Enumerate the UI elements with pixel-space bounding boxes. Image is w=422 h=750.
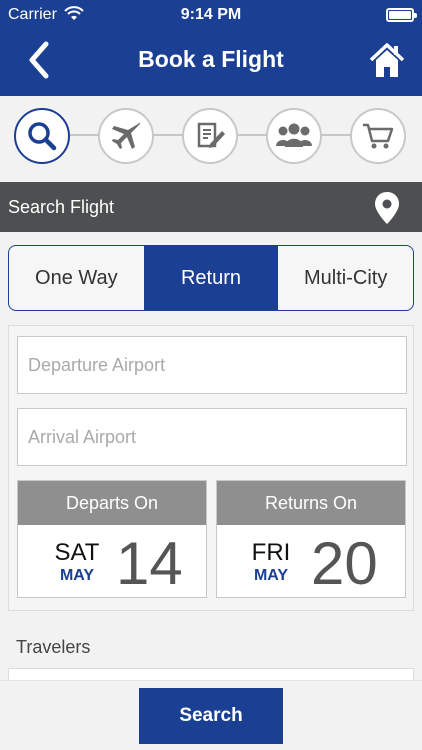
group-icon [276,123,312,147]
status-time: 9:14 PM [180,6,242,23]
step-connector [70,134,100,136]
returns-on-picker[interactable]: Returns On FRI MAY 20 [216,480,406,598]
bottom-action-bar: Search [0,680,422,750]
battery-icon [386,8,417,22]
step-connector [238,134,268,136]
returns-date: 20 [311,530,378,597]
departs-month: MAY [59,567,95,584]
departs-on-label: Departs On [18,481,206,525]
location-pin-icon[interactable] [374,191,400,230]
departs-weekday: SAT [54,539,100,566]
travelers-label: Travelers [16,637,91,657]
returns-on-label: Returns On [217,481,405,525]
step-details[interactable] [182,108,238,164]
section-title: Search Flight [8,197,115,217]
departs-date: 14 [116,530,183,597]
step-connector [154,134,184,136]
cart-icon [363,123,394,149]
returns-weekday: FRI [251,539,291,566]
trip-type-selector: One Way Return Multi-City [8,245,414,311]
search-icon [28,122,57,151]
departure-airport-field[interactable]: Departure Airport [17,336,407,394]
app-header: Carrier 9:14 PM Book a Flight [0,0,422,96]
departs-on-picker[interactable]: Departs On SAT MAY 14 [17,480,207,598]
step-travelers[interactable] [266,108,322,164]
page-title: Book a Flight [138,46,284,72]
booking-steps [0,96,422,182]
status-bar: Carrier 9:14 PM [0,0,422,30]
search-flight-header: Search Flight [0,182,422,232]
trip-type-multi-city[interactable]: Multi-City [278,246,413,310]
step-connector [322,134,352,136]
document-edit-icon [197,122,225,148]
step-search[interactable] [14,108,70,164]
home-button[interactable] [368,40,406,80]
search-form: Departure Airport Arrival Airport Depart… [8,325,414,611]
home-icon [369,43,405,77]
airplane-icon [112,122,141,149]
search-button[interactable]: Search [139,688,283,744]
step-cart[interactable] [350,108,406,164]
book-flight-screen: Carrier 9:14 PM Book a Flight Search Fli… [0,0,422,750]
arrival-airport-field[interactable]: Arrival Airport [17,408,407,466]
trip-type-return[interactable]: Return [143,246,279,310]
trip-type-one-way[interactable]: One Way [9,246,144,310]
returns-month: MAY [253,567,289,584]
step-flight[interactable] [98,108,154,164]
